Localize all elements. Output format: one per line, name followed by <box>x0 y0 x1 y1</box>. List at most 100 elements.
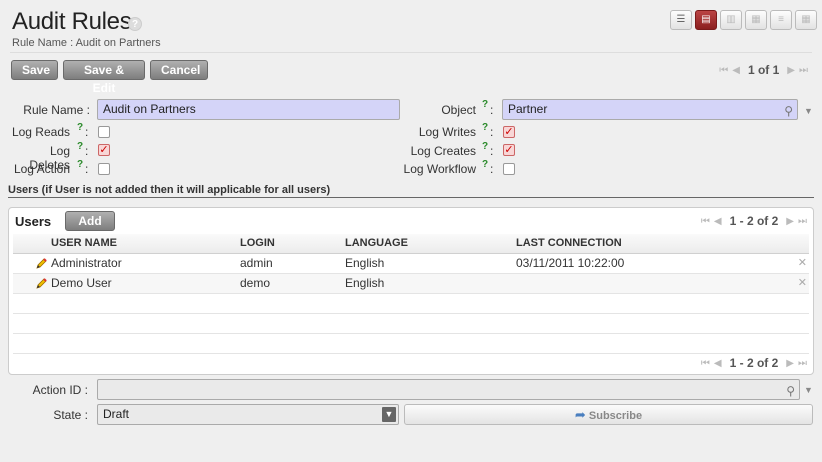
form-view-icon[interactable]: ▤ <box>695 10 717 30</box>
page-title: Audit Rules <box>12 8 132 35</box>
empty-row <box>13 294 809 314</box>
first-page-icon[interactable]: ⏮ <box>701 216 710 227</box>
kanban-view-icon[interactable]: ▦ <box>795 10 817 30</box>
edit-pencil-icon[interactable] <box>35 278 47 290</box>
save-edit-button[interactable]: Save & Edit <box>63 60 145 95</box>
log-action-checkbox[interactable] <box>98 163 110 175</box>
state-value: Draft <box>103 407 130 421</box>
next-page-icon[interactable]: ▶ <box>786 216 794 227</box>
next-page-icon[interactable]: ▶ <box>787 65 795 76</box>
users-title: Users <box>15 214 52 229</box>
column-header[interactable]: USER NAME <box>51 234 117 253</box>
table-header: USER NAME LOGIN LANGUAGE LAST CONNECTION <box>13 234 809 254</box>
help-icon[interactable]: ? <box>482 159 488 170</box>
users-table: USER NAME LOGIN LANGUAGE LAST CONNECTION… <box>13 234 809 354</box>
log-deletes-checkbox[interactable]: ✓ <box>98 144 110 156</box>
log-workflow-checkbox[interactable] <box>503 163 515 175</box>
add-user-button[interactable]: Add <box>65 211 115 231</box>
next-page-icon[interactable]: ▶ <box>786 358 794 369</box>
log-creates-checkbox[interactable]: ✓ <box>503 144 515 156</box>
column-header[interactable]: LANGUAGE <box>345 234 408 253</box>
prev-page-icon[interactable]: ◀ <box>732 65 740 76</box>
divider <box>8 197 814 198</box>
log-creates-label: Log Creates <box>410 144 476 158</box>
divider <box>10 52 812 53</box>
record-pager: ⏮ ◀ 1 of 1 ▶ ⏭ <box>719 63 808 77</box>
help-icon[interactable]: ? <box>482 99 488 110</box>
help-icon[interactable]: ? <box>128 17 142 31</box>
view-switcher: ☰ ▤ ▥ ▦ ≡ ▦ <box>670 10 817 30</box>
users-pager: ⏮ ◀ 1 - 2 of 2 ▶ ⏭ <box>701 214 807 228</box>
user-name-cell: Demo User <box>51 276 112 290</box>
last-page-icon[interactable]: ⏭ <box>798 358 807 369</box>
pager-status: 1 of 1 <box>747 63 780 77</box>
help-icon[interactable]: ? <box>77 159 83 170</box>
calendar-view-icon[interactable]: ▦ <box>745 10 767 30</box>
delete-icon[interactable]: ✕ <box>798 254 807 273</box>
subscribe-label: Subscribe <box>588 410 643 422</box>
column-header[interactable]: LOGIN <box>240 234 275 253</box>
help-icon[interactable]: ? <box>77 141 83 152</box>
table-row[interactable]: Administrator admin English 03/11/2011 1… <box>13 254 809 274</box>
state-select[interactable]: Draft ▼ <box>97 404 399 425</box>
prev-page-icon[interactable]: ◀ <box>714 216 722 227</box>
subscribe-button[interactable]: ➦ Subscribe <box>404 404 813 425</box>
edit-pencil-icon[interactable] <box>35 258 47 270</box>
chevron-down-icon[interactable]: ▼ <box>804 106 813 116</box>
colon: : <box>490 162 494 176</box>
object-value: Partner <box>508 102 548 116</box>
help-icon[interactable]: ? <box>77 122 83 133</box>
pager-status: 1 - 2 of 2 <box>729 214 779 228</box>
save-button[interactable]: Save <box>11 60 58 80</box>
log-reads-checkbox[interactable] <box>98 126 110 138</box>
first-page-icon[interactable]: ⏮ <box>701 358 710 369</box>
user-name-cell: Administrator <box>51 256 122 270</box>
log-writes-checkbox[interactable]: ✓ <box>503 126 515 138</box>
action-id-label: Action ID : <box>32 383 88 397</box>
last-connection-cell: 03/11/2011 10:22:00 <box>516 256 625 270</box>
users-panel: Users Add ⏮ ◀ 1 - 2 of 2 ▶ ⏭ USER NAME L… <box>8 207 814 375</box>
log-reads-label: Log Reads <box>11 125 70 139</box>
colon: : <box>85 144 89 158</box>
login-cell: admin <box>240 256 273 270</box>
language-cell: English <box>345 256 385 270</box>
list-view-icon[interactable]: ☰ <box>670 10 692 30</box>
colon: : <box>490 125 494 139</box>
column-header[interactable]: LAST CONNECTION <box>516 234 622 253</box>
breadcrumb: Rule Name : Audit on Partners <box>12 37 161 49</box>
colon: : <box>85 162 89 176</box>
section-title: Users (if User is not added then it will… <box>8 184 331 196</box>
log-workflow-label: Log Workflow <box>403 162 476 176</box>
help-icon[interactable]: ? <box>482 122 488 133</box>
search-icon[interactable]: ⚲ <box>784 102 793 121</box>
rule-name-label: Rule Name : <box>23 103 90 117</box>
language-cell: English <box>345 276 385 290</box>
gantt-view-icon[interactable]: ≡ <box>770 10 792 30</box>
state-label: State : <box>53 408 88 422</box>
cancel-button[interactable]: Cancel <box>150 60 208 80</box>
action-id-input[interactable]: ⚲ <box>97 379 800 400</box>
table-row[interactable]: Demo User demo English ✕ <box>13 274 809 294</box>
graph-view-icon[interactable]: ▥ <box>720 10 742 30</box>
search-icon[interactable]: ⚲ <box>786 382 795 401</box>
empty-row <box>13 334 809 354</box>
log-action-label: Log Action <box>13 162 70 176</box>
help-icon[interactable]: ? <box>482 141 488 152</box>
last-page-icon[interactable]: ⏭ <box>799 65 808 76</box>
subscribe-icon: ➦ <box>574 407 586 422</box>
colon: : <box>490 103 494 117</box>
users-pager-bottom: ⏮ ◀ 1 - 2 of 2 ▶ ⏭ <box>701 356 807 370</box>
last-page-icon[interactable]: ⏭ <box>798 216 807 227</box>
chevron-down-icon[interactable]: ▼ <box>804 385 813 395</box>
empty-row <box>13 314 809 334</box>
login-cell: demo <box>240 276 271 290</box>
prev-page-icon[interactable]: ◀ <box>714 358 722 369</box>
pager-status: 1 - 2 of 2 <box>729 356 779 370</box>
object-label: Object <box>441 103 476 117</box>
delete-icon[interactable]: ✕ <box>798 274 807 293</box>
colon: : <box>85 125 89 139</box>
chevron-down-icon[interactable]: ▼ <box>382 407 396 422</box>
object-input[interactable]: Partner ⚲ <box>502 99 798 120</box>
rule-name-input[interactable]: Audit on Partners <box>97 99 400 120</box>
first-page-icon[interactable]: ⏮ <box>719 65 728 76</box>
